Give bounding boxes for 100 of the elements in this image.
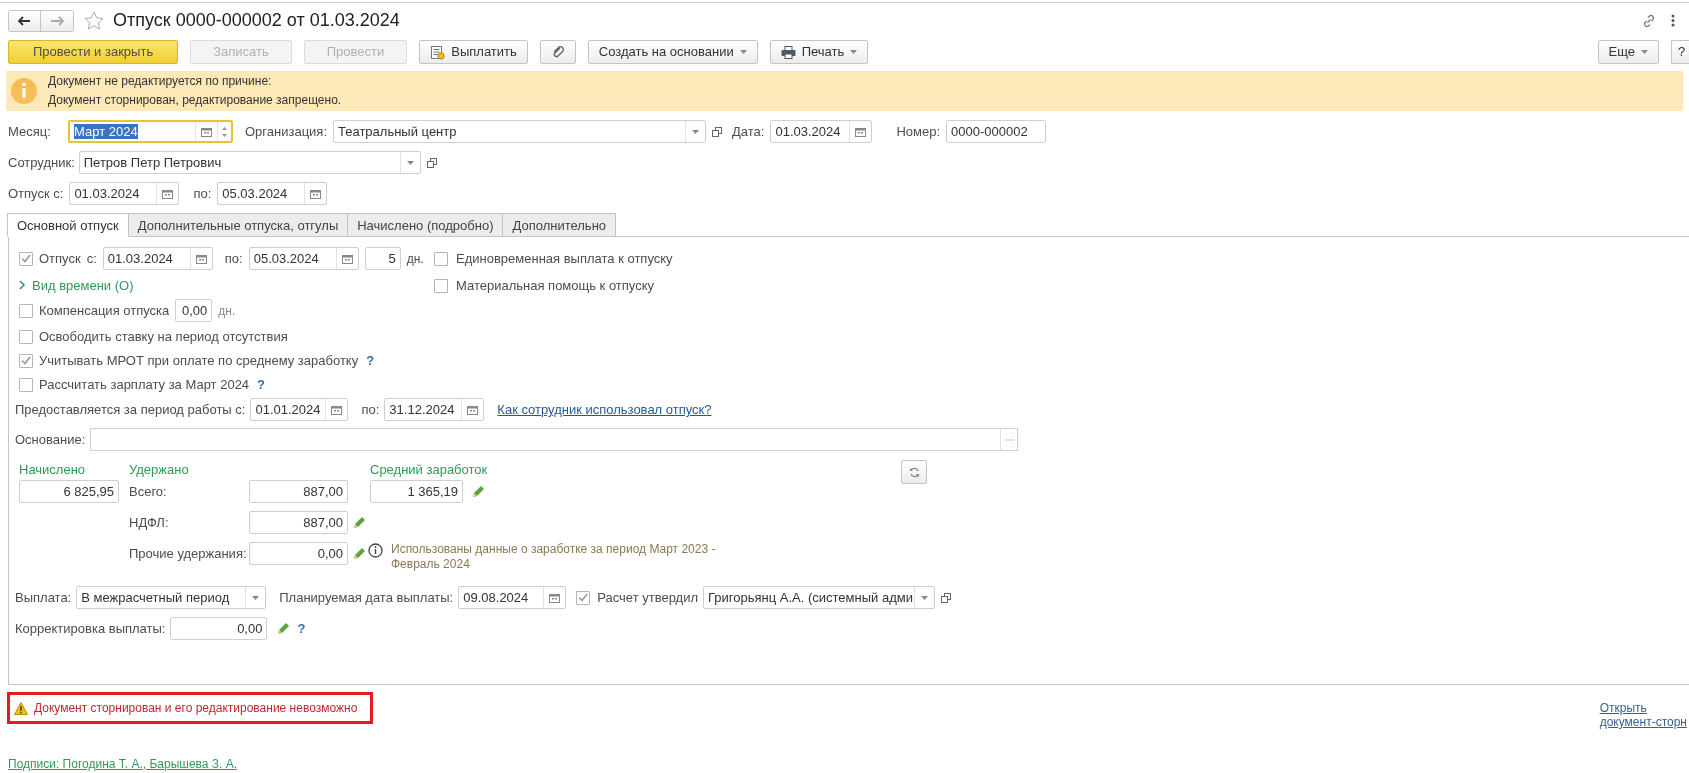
checkbox[interactable] (576, 590, 591, 605)
calendar-icon[interactable] (331, 404, 343, 415)
time-kind-toggle[interactable]: Вид времени (О) (32, 275, 134, 296)
toolbar-button[interactable]: Печать (769, 40, 869, 65)
field-label: Организация: (245, 123, 328, 142)
post-and-close-button[interactable]: Провести и закрыть (8, 40, 179, 65)
tab[interactable]: Начислено (подробно) (347, 213, 504, 238)
open-icon[interactable] (426, 157, 437, 168)
withheld-field[interactable]: 0,00 (249, 542, 348, 566)
date-field[interactable]: 01.03.2024 (770, 120, 873, 144)
notice-text: Документ сторнирован, редактирование запрещено. (48, 92, 342, 110)
compensation-field[interactable]: 0,00 (175, 299, 213, 323)
arrow-left-icon (18, 15, 31, 26)
dropdown-arrow-icon[interactable] (406, 160, 414, 165)
checkbox[interactable] (19, 377, 33, 392)
pencil-icon[interactable] (352, 515, 366, 530)
field-label: по: (224, 250, 243, 269)
toolbar-button[interactable]: Создать на основании (587, 40, 758, 65)
calendar-icon[interactable] (195, 253, 207, 264)
organization-field[interactable]: Театральный центр (333, 120, 707, 144)
checkbox[interactable] (19, 303, 33, 318)
checkbox[interactable] (19, 329, 33, 344)
calendar-icon[interactable] (341, 253, 353, 264)
open-icon[interactable] (712, 126, 723, 137)
dropdown-arrow-icon[interactable] (252, 595, 260, 600)
ellipsis-icon[interactable] (1004, 438, 1014, 441)
average-earnings-field[interactable]: 1 365,19 (370, 480, 463, 504)
pencil-icon[interactable] (352, 546, 366, 561)
dropdown-arrow-icon[interactable] (921, 595, 928, 600)
employee-field[interactable]: Петров Петр Петрович (78, 151, 421, 175)
field-label: Рассчитать зарплату за Март 2024 (39, 376, 250, 395)
withheld-field[interactable]: 887,00 (249, 511, 348, 535)
days-field[interactable]: 5 (364, 247, 401, 271)
accrued-field[interactable]: 6 825,95 (19, 480, 119, 504)
calendar-icon[interactable] (855, 126, 867, 137)
more-button[interactable]: Еще (1597, 40, 1659, 65)
refresh-icon (908, 466, 920, 478)
back-button[interactable] (9, 10, 41, 31)
paperclip-icon (550, 45, 565, 60)
field-label: Освободить ставку на период отсутствия (39, 328, 288, 347)
star-icon[interactable] (84, 11, 104, 31)
field-label: Планируемая дата выплаты: (279, 589, 454, 608)
more-icon[interactable] (1671, 14, 1675, 28)
pencil-icon[interactable] (471, 484, 485, 499)
tab[interactable]: Основной отпуск (7, 213, 129, 238)
toolbar-button[interactable]: Выплатить (419, 40, 528, 65)
number-field[interactable]: 0000-000002 (946, 120, 1047, 144)
field-label: по: (193, 185, 212, 204)
attach-button[interactable] (539, 40, 576, 65)
window-title: Отпуск 0000-000002 от 01.03.2024 (113, 9, 400, 33)
checkbox[interactable] (19, 251, 33, 266)
basis-field[interactable] (90, 428, 1019, 452)
open-icon[interactable] (941, 592, 951, 603)
field-label: Материальная помощь к отпуску (456, 276, 655, 295)
field-label: Компенсация отпуска (39, 302, 170, 321)
approver-field[interactable]: Григорьянц А.А. (системный адми (703, 586, 935, 610)
spin-icon[interactable] (222, 126, 227, 137)
calendar-icon[interactable] (162, 188, 174, 199)
document-icon (430, 44, 446, 60)
calendar-icon[interactable] (201, 126, 212, 137)
adjustment-field[interactable]: 0,00 (170, 617, 268, 641)
pencil-icon[interactable] (276, 621, 291, 636)
refresh-button[interactable] (901, 460, 927, 485)
field-label: Отпуск с: (8, 185, 64, 204)
warning-icon (14, 701, 28, 715)
notice-text: Документ не редактируется по причине: (48, 73, 273, 91)
chevron-icon[interactable] (19, 280, 26, 291)
leave-from-field[interactable]: 01.03.2024 (102, 247, 213, 271)
vacation-from-field[interactable]: 01.03.2024 (69, 182, 180, 206)
field-label: Выплата: (15, 589, 72, 608)
calendar-icon[interactable] (310, 188, 322, 199)
help-link[interactable]: ? (257, 375, 266, 395)
link-icon[interactable] (1641, 12, 1657, 29)
tab[interactable]: Дополнительные отпуска, отгулы (127, 213, 349, 238)
field-label: Отпуск (39, 250, 81, 269)
leave-to-field[interactable]: 05.03.2024 (248, 247, 359, 271)
help-button[interactable]: ? (1671, 40, 1689, 65)
checkbox[interactable] (434, 252, 448, 267)
dropdown-arrow-icon[interactable] (1641, 50, 1648, 55)
dropdown-arrow-icon[interactable] (850, 50, 858, 55)
payment-date-field[interactable]: 09.08.2024 (458, 586, 567, 610)
vacation-usage-link[interactable]: Как сотрудник использовал отпуск? (497, 400, 712, 420)
work-from-field[interactable]: 01.01.2024 (250, 398, 349, 422)
checkbox[interactable] (19, 353, 33, 368)
help-link[interactable]: ? (366, 351, 375, 371)
calendar-icon[interactable] (549, 592, 561, 603)
field-label: НДФЛ: (129, 514, 170, 533)
dropdown-arrow-icon[interactable] (692, 129, 700, 134)
dropdown-arrow-icon[interactable] (739, 50, 747, 55)
month-field[interactable]: Март 2024 (68, 120, 233, 144)
calendar-icon[interactable] (467, 404, 479, 415)
vacation-to-field[interactable]: 05.03.2024 (217, 182, 328, 206)
help-link[interactable]: ? (297, 619, 306, 639)
tab[interactable]: Дополнительно (502, 213, 617, 238)
signatures-link[interactable]: Подписи: Погодина Т. А., Барышева З. А. (8, 755, 238, 773)
open-reversal-link[interactable]: Открыть документ-сторн (1599, 701, 1687, 729)
payment-field[interactable]: В межрасчетный период (76, 586, 267, 610)
checkbox[interactable] (434, 278, 448, 293)
withheld-field[interactable]: 887,00 (249, 480, 348, 504)
work-to-field[interactable]: 31.12.2024 (384, 398, 485, 422)
